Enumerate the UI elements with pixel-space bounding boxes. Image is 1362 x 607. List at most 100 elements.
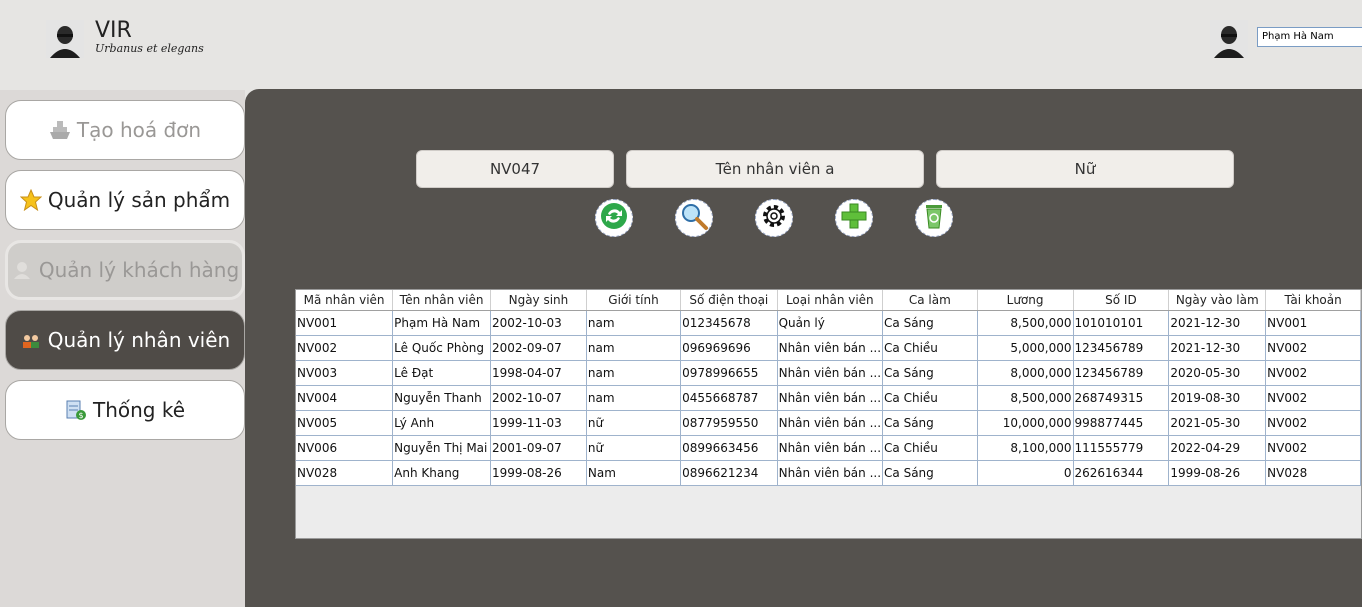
table-cell[interactable]: Lê Quốc Phòng (392, 335, 491, 361)
table-cell[interactable]: 101010101 (1073, 310, 1170, 336)
table-cell[interactable]: 111555779 (1073, 435, 1170, 461)
column-header[interactable]: Số ID (1073, 290, 1170, 311)
table-row[interactable]: NV003 Lê Đạt 1998-04-07 nam 0978996655 Nhân v… (296, 360, 1361, 386)
nav-statistics[interactable]: $ Thống kê (5, 380, 245, 440)
table-cell[interactable]: Nhân viên bán ... (777, 410, 884, 436)
table-cell[interactable]: Ca Sáng (882, 360, 978, 386)
employee-id-field[interactable]: NV047 (416, 150, 614, 188)
table-cell[interactable]: NV005 (296, 410, 394, 436)
table-cell[interactable]: 123456789 (1073, 360, 1170, 386)
refresh-button[interactable] (595, 199, 633, 237)
table-cell[interactable]: NV004 (296, 385, 394, 411)
table-cell[interactable]: NV001 (296, 310, 394, 336)
table-cell[interactable]: 998877445 (1073, 410, 1170, 436)
table-cell[interactable]: 0 (977, 460, 1074, 486)
column-header[interactable]: Ngày vào làm (1168, 290, 1267, 311)
table-row[interactable]: NV002 Lê Quốc Phòng 2002-09-07 nam 096969696… (296, 335, 1361, 361)
table-cell[interactable]: NV002 (1265, 435, 1361, 461)
table-cell[interactable]: 8,000,000 (977, 360, 1074, 386)
table-cell[interactable]: 2002-10-07 (490, 385, 587, 411)
table-cell[interactable]: NV006 (296, 435, 394, 461)
table-cell[interactable]: NV002 (296, 335, 394, 361)
table-cell[interactable]: 2019-08-30 (1168, 385, 1267, 411)
table-cell[interactable]: 8,500,000 (977, 310, 1074, 336)
table-cell[interactable]: 2001-09-07 (490, 435, 587, 461)
table-cell[interactable]: Nam (586, 460, 682, 486)
table-cell[interactable]: Ca Chiều (882, 385, 978, 411)
table-cell[interactable]: Nhân viên bán ... (777, 460, 884, 486)
search-button[interactable] (675, 199, 713, 237)
table-cell[interactable]: Phạm Hà Nam (392, 310, 491, 336)
employee-gender-field[interactable]: Nữ (936, 150, 1234, 188)
column-header[interactable]: Mã nhân viên (296, 290, 394, 311)
table-row[interactable]: NV001 Phạm Hà Nam 2002-10-03 nam 012345678 Qu… (296, 310, 1361, 336)
add-button[interactable] (835, 199, 873, 237)
table-cell[interactable]: NV002 (1265, 410, 1361, 436)
table-cell[interactable]: 2022-04-29 (1168, 435, 1267, 461)
column-header[interactable]: Tài khoản (1265, 290, 1361, 311)
column-header[interactable]: Ca làm (882, 290, 978, 311)
table-cell[interactable]: Nguyễn Thanh (392, 385, 491, 411)
table-cell[interactable]: 0455668787 (680, 385, 778, 411)
table-cell[interactable]: Lý Anh (392, 410, 491, 436)
table-cell[interactable]: nam (586, 310, 682, 336)
table-cell[interactable]: 10,000,000 (977, 410, 1074, 436)
table-cell[interactable]: 1999-08-26 (1168, 460, 1267, 486)
table-cell[interactable]: 096969696 (680, 335, 778, 361)
column-header[interactable]: Tên nhân viên (392, 290, 491, 311)
table-cell[interactable]: 262616344 (1073, 460, 1170, 486)
nav-customers[interactable]: Quản lý khách hàng (5, 240, 245, 300)
column-header[interactable]: Loại nhân viên (777, 290, 884, 311)
table-cell[interactable]: 0896621234 (680, 460, 778, 486)
table-cell[interactable]: Nhân viên bán ... (777, 360, 884, 386)
table-cell[interactable]: Quản lý (777, 310, 884, 336)
column-header[interactable]: Ngày sinh (490, 290, 587, 311)
nav-products[interactable]: Quản lý sản phẩm (5, 170, 245, 230)
table-row[interactable]: NV005 Lý Anh 1999-11-03 nữ 0877959550 Nhân vi… (296, 410, 1361, 436)
table-cell[interactable]: Nhân viên bán ... (777, 335, 884, 361)
table-cell[interactable]: Lê Đạt (392, 360, 491, 386)
nav-employees[interactable]: Quản lý nhân viên (5, 310, 245, 370)
table-cell[interactable]: 8,100,000 (977, 435, 1074, 461)
table-cell[interactable]: 2021-05-30 (1168, 410, 1267, 436)
table-cell[interactable]: Ca Sáng (882, 460, 978, 486)
table-cell[interactable]: 1999-11-03 (490, 410, 587, 436)
table-cell[interactable]: Ca Sáng (882, 310, 978, 336)
table-cell[interactable]: Ca Chiều (882, 435, 978, 461)
table-cell[interactable]: nữ (586, 410, 682, 436)
table-cell[interactable]: 8,500,000 (977, 385, 1074, 411)
table-cell[interactable]: 5,000,000 (977, 335, 1074, 361)
table-cell[interactable]: 0978996655 (680, 360, 778, 386)
table-row[interactable]: NV004 Nguyễn Thanh 2002-10-07 nam 0455668787… (296, 385, 1361, 411)
employee-name-field[interactable]: Tên nhân viên a (626, 150, 924, 188)
table-cell[interactable]: 2002-09-07 (490, 335, 587, 361)
delete-button[interactable] (915, 199, 953, 237)
table-cell[interactable]: nữ (586, 435, 682, 461)
table-cell[interactable]: NV028 (1265, 460, 1361, 486)
table-cell[interactable]: 2002-10-03 (490, 310, 587, 336)
table-cell[interactable]: Ca Sáng (882, 410, 978, 436)
table-cell[interactable]: NV028 (296, 460, 394, 486)
table-cell[interactable]: 2021-12-30 (1168, 310, 1267, 336)
table-cell[interactable]: 123456789 (1073, 335, 1170, 361)
table-row[interactable]: NV006 Nguyễn Thị Mai 2001-09-07 nữ 089966345… (296, 435, 1361, 461)
table-cell[interactable]: 2020-05-30 (1168, 360, 1267, 386)
table-cell[interactable]: Nhân viên bán ... (777, 385, 884, 411)
table-cell[interactable]: Nguyễn Thị Mai (392, 435, 491, 461)
table-cell[interactable]: 1999-08-26 (490, 460, 587, 486)
table-cell[interactable]: 0877959550 (680, 410, 778, 436)
table-cell[interactable]: NV003 (296, 360, 394, 386)
table-cell[interactable]: Nhân viên bán ... (777, 435, 884, 461)
table-cell[interactable]: NV002 (1265, 385, 1361, 411)
table-row[interactable]: NV028 Anh Khang 1999-08-26 Nam 0896621234 Nhâ… (296, 460, 1361, 486)
table-cell[interactable]: Ca Chiều (882, 335, 978, 361)
table-cell[interactable]: NV002 (1265, 360, 1361, 386)
table-cell[interactable]: nam (586, 360, 682, 386)
table-cell[interactable]: NV001 (1265, 310, 1361, 336)
table-cell[interactable]: NV002 (1265, 335, 1361, 361)
nav-create-invoice[interactable]: Tạo hoá đơn (5, 100, 245, 160)
column-header[interactable]: Lương (977, 290, 1074, 311)
table-cell[interactable]: 268749315 (1073, 385, 1170, 411)
column-header[interactable]: Số điện thoại (680, 290, 778, 311)
settings-button[interactable] (755, 199, 793, 237)
